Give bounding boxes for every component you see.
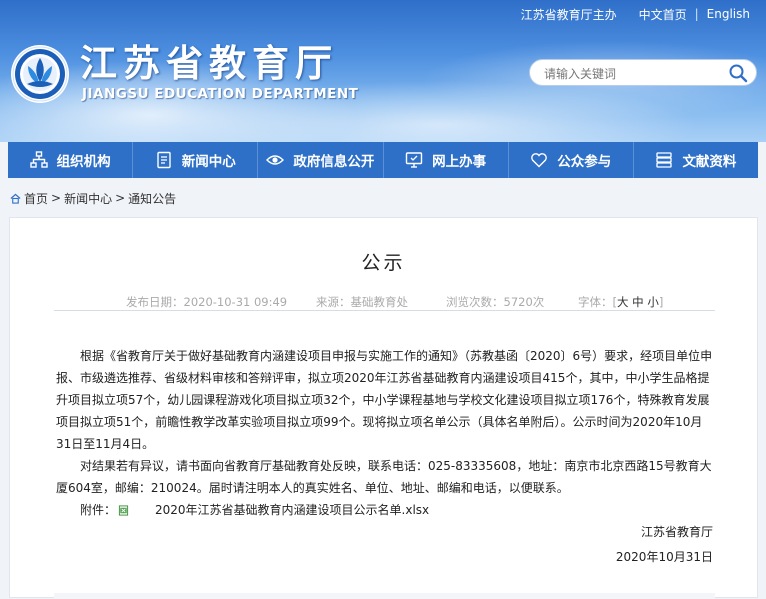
- view-count: 浏览次数：5720次: [446, 295, 545, 309]
- breadcrumb-news[interactable]: 新闻中心: [64, 190, 112, 207]
- excel-file-icon: [118, 504, 129, 516]
- signature-date: 2020年10月31日: [615, 550, 713, 564]
- sponsor-link[interactable]: 江苏省教育厅主办: [521, 6, 617, 23]
- monitor-icon: [405, 152, 423, 168]
- main-nav: 组织机构 新闻中心 政府信息公开 网上办事 公众参与 文献资料: [8, 142, 758, 178]
- attachment-link[interactable]: 2020年江苏省基础教育内涵建设项目公示名单.xlsx: [131, 499, 429, 521]
- breadcrumb-separator: >: [51, 191, 62, 205]
- search-icon[interactable]: [728, 63, 748, 83]
- eye-icon: [266, 155, 285, 165]
- nav-item-label: 组织机构: [56, 154, 111, 170]
- body-paragraph: 对结果若有异议，请书面向省教育厅基础教育处反映，联系电话：025-8333560…: [56, 459, 712, 495]
- books-icon: [656, 152, 673, 168]
- document-icon: [157, 151, 171, 169]
- publish-date: 发布日期：2020-10-31 09:49: [126, 295, 288, 309]
- font-size-bracket: ]: [658, 295, 664, 309]
- breadcrumb-notices[interactable]: 通知公告: [128, 190, 176, 207]
- nav-item-news[interactable]: 新闻中心: [133, 142, 259, 178]
- site-title: 江苏省教育厅: [80, 42, 338, 85]
- nav-item-label: 新闻中心: [181, 154, 236, 170]
- link-separator: |: [694, 7, 699, 21]
- article-panel: 公示 发布日期：2020-10-31 09:49 来源：基础教育处 浏览次数：5…: [9, 217, 758, 599]
- chinese-home-link[interactable]: 中文首页: [639, 6, 687, 23]
- breadcrumb-home[interactable]: 首页: [24, 190, 48, 207]
- nav-item-organization[interactable]: 组织机构: [8, 142, 134, 178]
- font-small-button[interactable]: 小: [647, 295, 659, 309]
- english-link[interactable]: English: [707, 7, 750, 21]
- top-links: 江苏省教育厅主办 中文首页 | English: [521, 6, 750, 22]
- font-large-button[interactable]: 大: [617, 295, 629, 309]
- article-source: 来源：基础教育处: [316, 295, 408, 309]
- article-meta: 发布日期：2020-10-31 09:49 来源：基础教育处 浏览次数：5720…: [54, 288, 715, 311]
- signature-org: 江苏省教育厅: [640, 525, 713, 539]
- home-icon: [10, 193, 21, 204]
- font-size-label: 字体：: [578, 295, 613, 309]
- search-input[interactable]: [542, 64, 726, 84]
- article-body: 根据《省教育厅关于做好基础教育内涵建设项目申报与实施工作的通知》（苏教基函〔20…: [56, 345, 716, 521]
- attachment-label: 附件：: [80, 503, 117, 517]
- signature-block: 江苏省教育厅 2020年10月31日: [616, 520, 713, 570]
- article-footer-strip: [54, 593, 715, 599]
- nav-item-label: 文献资料: [682, 154, 737, 170]
- font-medium-button[interactable]: 中: [632, 295, 644, 309]
- site-header: 江苏省教育厅主办 中文首页 | English 江苏省教育厅 JIANGSU E…: [0, 0, 766, 142]
- nav-item-online-service[interactable]: 网上办事: [384, 142, 509, 178]
- article-title: 公示: [361, 252, 406, 274]
- nav-item-gov-info[interactable]: 政府信息公开: [258, 142, 384, 178]
- heart-icon: [531, 153, 548, 168]
- nav-item-public-participation[interactable]: 公众参与: [509, 142, 634, 178]
- nav-item-label: 政府信息公开: [293, 154, 375, 170]
- nav-item-label: 公众参与: [557, 154, 612, 170]
- nav-item-literature[interactable]: 文献资料: [634, 142, 758, 178]
- attachment-row: 附件： 2020年江苏省基础教育内涵建设项目公示名单.xlsx: [56, 499, 716, 521]
- breadcrumb-separator: >: [115, 191, 126, 205]
- search-box: [529, 59, 757, 86]
- font-size-control: 字体：[大 中 小]: [578, 294, 663, 310]
- org-chart-icon: [29, 151, 48, 168]
- breadcrumb: 首页 > 新闻中心 > 通知公告: [10, 190, 176, 206]
- emblem-icon[interactable]: [10, 44, 70, 104]
- nav-item-label: 网上办事: [432, 154, 487, 170]
- site-subtitle: JIANGSU EDUCATION DEPARTMENT: [82, 86, 359, 102]
- body-paragraph: 根据《省教育厅关于做好基础教育内涵建设项目申报与实施工作的通知》（苏教基函〔20…: [56, 349, 713, 451]
